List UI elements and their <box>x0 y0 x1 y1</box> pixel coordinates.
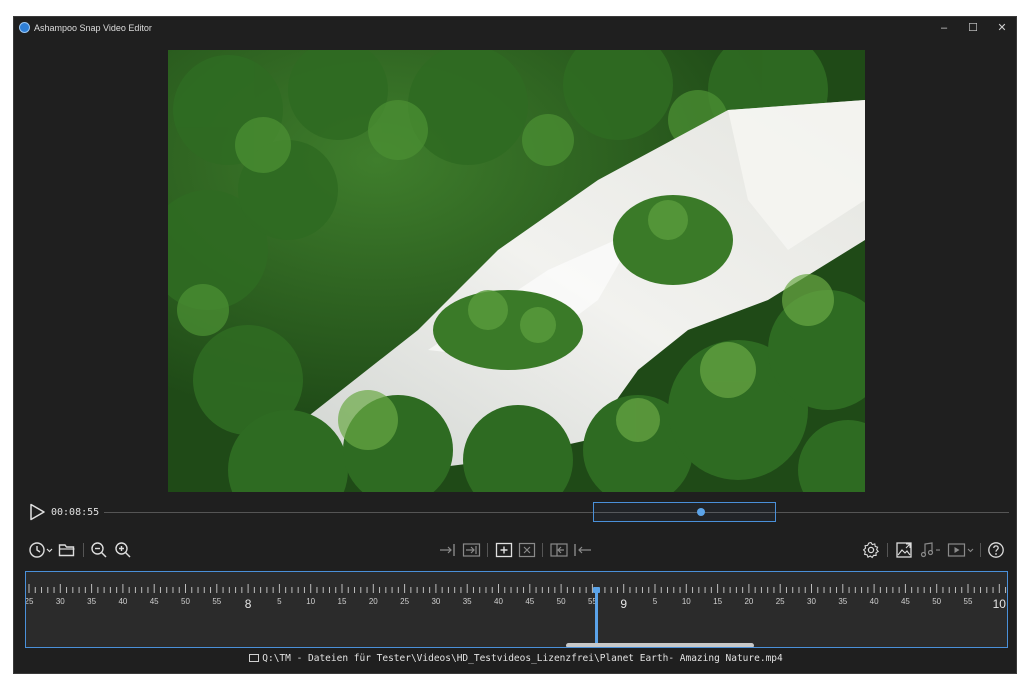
minimize-button[interactable]: – <box>931 19 957 37</box>
seek-handle[interactable] <box>697 508 705 516</box>
add-marker-icon <box>495 542 513 558</box>
timeline-ruler <box>28 584 1007 593</box>
status-bar: Q:\TM - Dateien für Tester\Videos\HD_Tes… <box>14 653 1018 671</box>
timeline-scrollbar[interactable] <box>566 643 754 647</box>
cut-start-button[interactable] <box>438 539 460 561</box>
help-button[interactable] <box>985 539 1007 561</box>
ruler-label: 40 <box>869 597 879 606</box>
add-marker-button[interactable] <box>493 539 515 561</box>
audio-icon <box>920 542 940 558</box>
ruler-label: 50 <box>932 597 942 606</box>
ruler-label: 5 <box>277 597 282 606</box>
ruler-label: 15 <box>713 597 723 606</box>
ruler-label: 35 <box>838 597 848 606</box>
ruler-label: 35 <box>87 597 97 606</box>
split-right-icon <box>574 544 591 556</box>
split-left-icon <box>550 543 568 557</box>
current-timecode: 00:08:55 <box>51 507 100 518</box>
seek-row: 00:08:55 <box>14 502 1018 524</box>
settings-button[interactable] <box>860 539 882 561</box>
seek-bar[interactable] <box>104 512 1009 513</box>
ruler-label: 20 <box>744 597 754 606</box>
ruler-label: 15 <box>337 597 347 606</box>
ruler-label: 30 <box>807 597 816 606</box>
play-button[interactable] <box>28 503 46 521</box>
cut-end-button[interactable] <box>461 539 483 561</box>
toolbar-separator <box>542 543 543 557</box>
ruler-label: 10 <box>306 597 316 606</box>
ruler-label: 25 <box>25 597 34 606</box>
export-image-icon <box>896 542 912 558</box>
maximize-button[interactable]: ☐ <box>960 19 986 37</box>
ruler-label: 50 <box>181 597 190 606</box>
ruler-major-label: 8 <box>244 597 252 611</box>
history-button[interactable] <box>27 539 55 561</box>
toolbar-separator <box>887 543 888 557</box>
audio-button[interactable] <box>918 539 946 561</box>
ruler-label: 25 <box>400 597 410 606</box>
open-folder-icon <box>58 544 75 557</box>
ruler-label: 10 <box>681 597 691 606</box>
video-file-icon <box>249 654 260 662</box>
cut-end-icon <box>462 543 481 557</box>
ruler-label: 45 <box>149 597 159 606</box>
ruler-label: 5 <box>652 597 658 606</box>
toolbar-separator <box>980 543 981 557</box>
app-window: Ashampoo Snap Video Editor – ☐ ✕ 00:08:5… <box>13 16 1017 674</box>
history-icon <box>29 542 53 558</box>
video-export-button[interactable] <box>947 539 977 561</box>
file-path: Q:\TM - Dateien für Tester\Videos\HD_Tes… <box>262 653 783 664</box>
export-image-button[interactable] <box>893 539 915 561</box>
video-preview[interactable] <box>168 50 865 492</box>
ruler-label: 45 <box>900 597 910 606</box>
window-title: Ashampoo Snap Video Editor <box>34 23 152 33</box>
split-right-button[interactable] <box>571 539 593 561</box>
video-export-icon <box>947 543 974 557</box>
play-icon <box>30 503 45 521</box>
ruler-label: 55 <box>963 597 973 606</box>
timeline[interactable]: 25 30 35 40 45 50 55 8 5 10 15 20 25 30 35 40 45 50 55 9 5 10… <box>25 571 1008 648</box>
ruler-label: 30 <box>55 597 65 606</box>
playhead[interactable] <box>595 590 598 644</box>
zoom-in-icon <box>115 542 131 558</box>
ruler-major-label: 10 <box>992 597 1006 611</box>
zoom-out-icon <box>91 542 107 558</box>
ruler-label: 20 <box>368 597 378 606</box>
title-bar[interactable]: Ashampoo Snap Video Editor – ☐ ✕ <box>14 17 1016 39</box>
settings-icon <box>862 541 880 559</box>
cut-start-icon <box>440 544 455 556</box>
ruler-major-label: 9 <box>620 597 628 611</box>
ruler-label: 40 <box>494 597 503 606</box>
toolbar-separator <box>83 543 84 557</box>
app-logo-icon <box>19 22 30 33</box>
ruler-label: 35 <box>462 597 472 606</box>
toolbar <box>14 539 1018 561</box>
remove-marker-icon <box>518 542 536 558</box>
video-frame <box>168 50 865 492</box>
ruler-label: 30 <box>431 597 441 606</box>
ruler-label: 40 <box>118 597 128 606</box>
split-left-button[interactable] <box>548 539 570 561</box>
open-folder-button[interactable] <box>56 539 78 561</box>
ruler-label: 55 <box>212 597 222 606</box>
zoom-out-button[interactable] <box>88 539 110 561</box>
remove-marker-button[interactable] <box>516 539 538 561</box>
ruler-label: 50 <box>556 597 566 606</box>
help-icon <box>988 542 1004 558</box>
visible-range-window[interactable] <box>593 502 776 522</box>
ruler-label: 25 <box>775 597 785 606</box>
ruler-label: 45 <box>525 597 535 606</box>
zoom-in-button[interactable] <box>112 539 134 561</box>
toolbar-separator <box>487 543 488 557</box>
close-button[interactable]: ✕ <box>989 19 1015 37</box>
